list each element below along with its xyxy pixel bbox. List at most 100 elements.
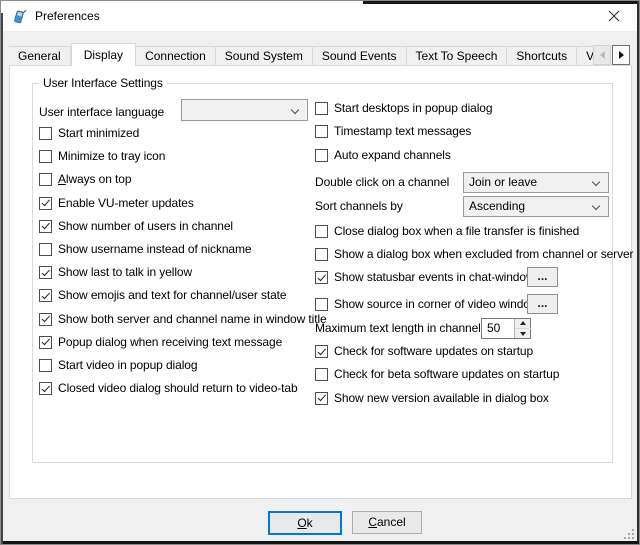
checkbox-label[interactable]: Auto expand channels xyxy=(334,148,451,162)
checkbox[interactable] xyxy=(315,125,328,138)
checkbox-row[interactable]: Timestamp text messages xyxy=(315,123,492,141)
ok-button[interactable]: Ok xyxy=(268,511,342,535)
checkbox-label[interactable]: Start minimized xyxy=(58,126,139,140)
resize-grip[interactable] xyxy=(623,528,635,540)
checkbox[interactable] xyxy=(39,359,52,372)
double-click-value: Join or leave xyxy=(469,173,537,192)
checkbox[interactable] xyxy=(315,225,328,238)
checkbox[interactable] xyxy=(39,382,52,395)
checkbox[interactable] xyxy=(39,150,52,163)
checkbox-label[interactable]: Show username instead of nickname xyxy=(58,242,251,256)
tab[interactable]: Sound System xyxy=(216,46,313,66)
checkbox-label[interactable]: Show emojis and text for channel/user st… xyxy=(58,288,287,302)
max-text-length-value: 50 xyxy=(487,319,500,338)
checkbox-row[interactable]: Always on top xyxy=(39,171,327,189)
double-click-combobox[interactable]: Join or leave xyxy=(463,172,609,193)
checkbox-label[interactable]: Check for software updates on startup xyxy=(334,344,533,358)
checkbox[interactable] xyxy=(315,248,328,261)
tab-label: General xyxy=(18,49,61,63)
spinner-up-button[interactable] xyxy=(515,319,531,329)
checkbox-label[interactable]: Minimize to tray icon xyxy=(58,149,165,163)
tab[interactable]: Text To Speech xyxy=(407,46,508,66)
spinner-down-button[interactable] xyxy=(515,328,531,338)
checkbox-label[interactable]: Show new version available in dialog box xyxy=(334,391,549,405)
language-combobox[interactable] xyxy=(181,99,308,121)
checkbox-label[interactable]: Enable VU-meter updates xyxy=(58,196,194,210)
checkbox-label[interactable]: Close dialog box when a file transfer is… xyxy=(334,224,579,238)
checkbox-row[interactable]: Auto expand channels xyxy=(315,147,492,165)
checkbox-label[interactable]: Start video in popup dialog xyxy=(58,358,197,372)
video-source-more-button[interactable]: ... xyxy=(527,294,558,314)
language-label: User interface language xyxy=(39,105,164,119)
arrow-left-icon xyxy=(600,51,605,59)
checkbox[interactable] xyxy=(39,313,52,326)
statusbar-events-row: Show statusbar events in chat-window ... xyxy=(315,269,535,287)
right-checkboxes-bottom: Check for software updates on startup Ch… xyxy=(315,343,559,408)
checkbox-row[interactable]: Check for beta software updates on start… xyxy=(315,366,559,384)
checkbox[interactable] xyxy=(39,127,52,140)
checkbox[interactable] xyxy=(39,289,52,302)
checkbox-label[interactable]: Show last to talk in yellow xyxy=(58,265,192,279)
checkbox[interactable] xyxy=(315,149,328,162)
checkbox-row[interactable]: Check for software updates on startup xyxy=(315,343,559,361)
checkbox[interactable] xyxy=(315,392,328,405)
checkbox-row[interactable]: Popup dialog when receiving text message xyxy=(39,334,327,352)
checkbox[interactable] xyxy=(39,220,52,233)
tab-label: Display xyxy=(84,48,123,62)
max-text-length-spinner[interactable]: 50 xyxy=(481,318,531,339)
checkbox-row[interactable]: Show username instead of nickname xyxy=(39,241,327,259)
checkbox-row[interactable]: Enable VU-meter updates xyxy=(39,195,327,213)
tab-scroll-right-button[interactable] xyxy=(612,45,630,65)
cancel-button[interactable]: Cancel xyxy=(352,511,422,534)
checkbox-row[interactable]: Show last to talk in yellow xyxy=(39,264,327,282)
checkbox-row[interactable]: Start desktops in popup dialog xyxy=(315,100,492,118)
checkbox[interactable] xyxy=(39,197,52,210)
checkbox-label[interactable]: Popup dialog when receiving text message xyxy=(58,335,282,349)
sort-channels-combobox[interactable]: Ascending xyxy=(463,196,609,217)
checkbox[interactable] xyxy=(315,368,328,381)
tab[interactable]: Sound Events xyxy=(313,46,407,66)
sort-channels-label: Sort channels by xyxy=(315,196,403,217)
checkbox[interactable] xyxy=(39,336,52,349)
checkbox-row[interactable]: Closed video dialog should return to vid… xyxy=(39,380,327,398)
statusbar-events-checkbox[interactable] xyxy=(315,271,328,284)
tab[interactable]: Display xyxy=(71,43,136,66)
checkbox-label[interactable]: Timestamp text messages xyxy=(334,124,471,138)
checkbox-label[interactable]: Show both server and channel name in win… xyxy=(58,312,327,326)
double-click-row: Double click on a channel Join or leave xyxy=(315,172,449,193)
tab[interactable]: Connection xyxy=(136,46,216,66)
checkbox-row[interactable]: Close dialog box when a file transfer is… xyxy=(315,223,633,241)
tab[interactable]: General xyxy=(9,46,71,66)
tab-label: Sound System xyxy=(225,49,303,63)
checkbox-label[interactable]: Check for beta software updates on start… xyxy=(334,367,559,381)
video-source-checkbox[interactable] xyxy=(315,298,328,311)
checkbox[interactable] xyxy=(39,173,52,186)
checkbox-label[interactable]: Show number of users in channel xyxy=(58,219,233,233)
checkbox-label[interactable]: Closed video dialog should return to vid… xyxy=(58,381,298,395)
checkbox-label[interactable]: Start desktops in popup dialog xyxy=(334,101,492,115)
tab[interactable]: Video xyxy=(577,46,593,66)
checkbox[interactable] xyxy=(39,266,52,279)
checkbox[interactable] xyxy=(315,102,328,115)
checkbox-row[interactable]: Show new version available in dialog box xyxy=(315,390,559,408)
checkbox-label[interactable]: Show a dialog box when excluded from cha… xyxy=(334,247,633,261)
checkbox-row[interactable]: Start video in popup dialog xyxy=(39,357,327,375)
checkbox[interactable] xyxy=(315,345,328,358)
checkbox-row[interactable]: Show a dialog box when excluded from cha… xyxy=(315,246,633,264)
checkbox-row[interactable]: Show number of users in channel xyxy=(39,218,327,236)
tab-scroll-left-button xyxy=(593,45,611,65)
checkbox-row[interactable]: Start minimized xyxy=(39,125,327,143)
checkbox-row[interactable]: Show emojis and text for channel/user st… xyxy=(39,287,327,305)
close-button[interactable] xyxy=(592,2,636,30)
checkbox-row[interactable]: Minimize to tray icon xyxy=(39,148,327,166)
background-edge-top xyxy=(363,1,640,4)
checkbox-label[interactable]: Always on top xyxy=(58,172,131,186)
statusbar-events-label[interactable]: Show statusbar events in chat-window xyxy=(334,270,535,284)
statusbar-events-more-button[interactable]: ... xyxy=(527,267,558,287)
spinner-buttons xyxy=(514,319,530,338)
tab[interactable]: Shortcuts xyxy=(507,46,577,66)
checkbox[interactable] xyxy=(39,243,52,256)
video-source-label[interactable]: Show source in corner of video window xyxy=(334,297,538,311)
tab-label: Connection xyxy=(145,49,206,63)
checkbox-row[interactable]: Show both server and channel name in win… xyxy=(39,311,327,329)
